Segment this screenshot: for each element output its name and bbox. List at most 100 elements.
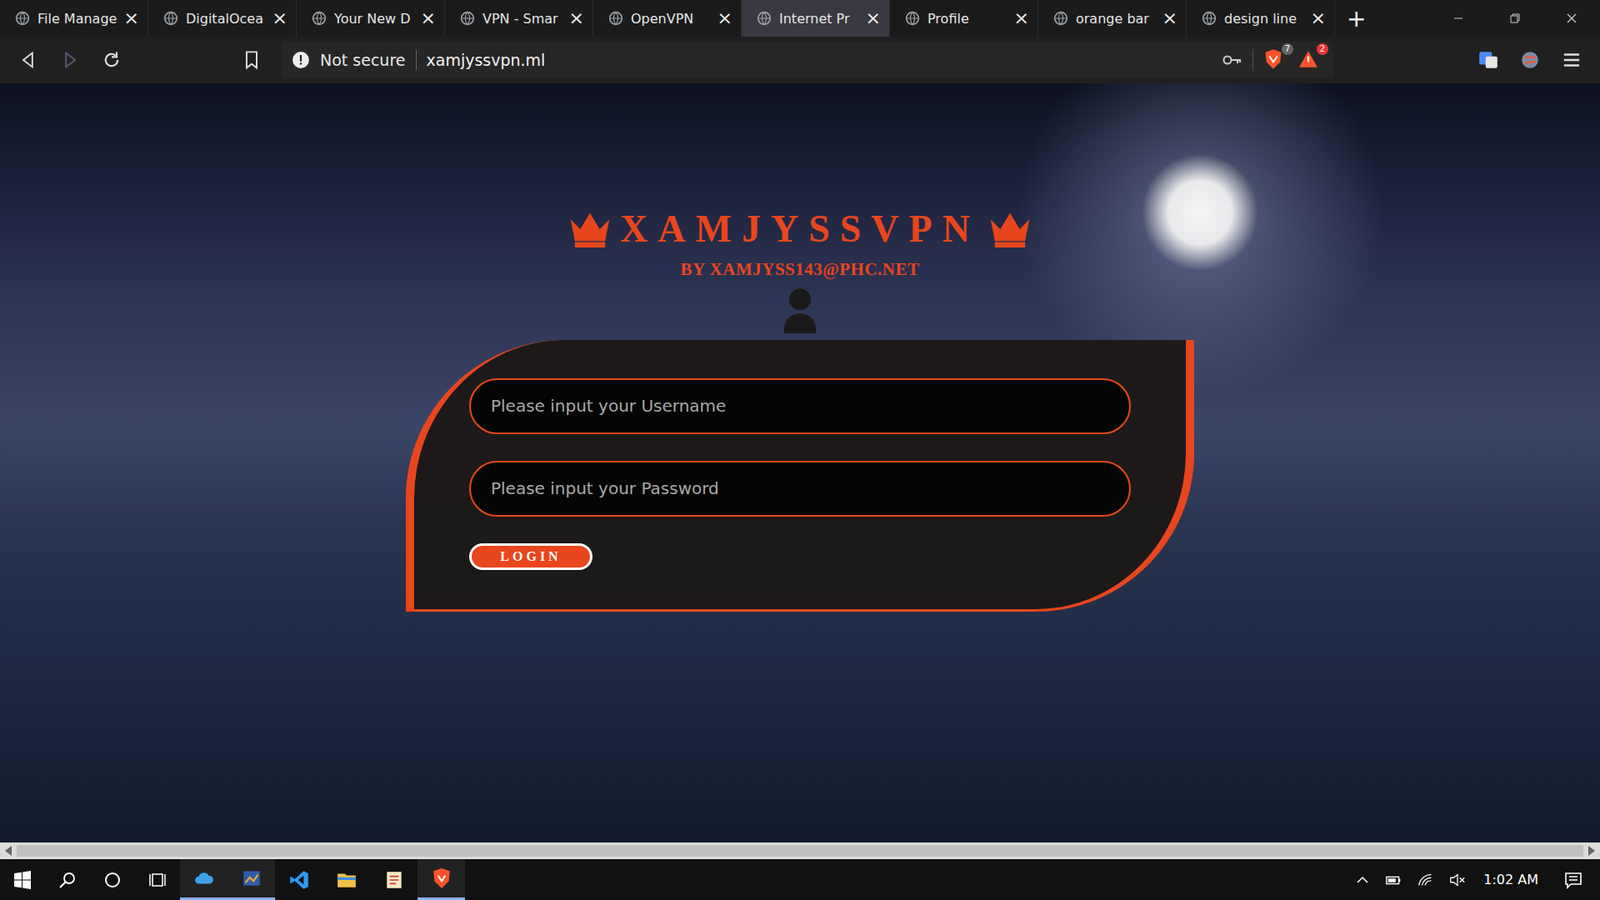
media-app-icon xyxy=(240,867,263,890)
favicon-icon xyxy=(905,10,920,26)
favicon-icon xyxy=(756,10,772,26)
tab-bar: File Manage×DigitalOcea×Your New D×VPN -… xyxy=(0,0,1600,37)
vpn-extension-icon[interactable] xyxy=(1511,49,1549,71)
wifi-icon[interactable] xyxy=(1410,871,1442,889)
login-button[interactable]: LOGIN xyxy=(469,543,593,570)
tab-label: DigitalOcea xyxy=(185,10,265,27)
taskbar-app[interactable] xyxy=(180,859,228,900)
close-window-icon[interactable] xyxy=(1543,0,1600,37)
brave-app-icon xyxy=(430,867,453,890)
login-page: XAMJYSSVPN BY XAMJYSS143@PHC.NET LOGIN xyxy=(0,83,1600,612)
taskbar-app[interactable] xyxy=(417,859,465,900)
tab-label: Profile xyxy=(927,10,1007,27)
tab-close-button[interactable]: × xyxy=(1310,9,1326,28)
scroll-right-icon[interactable] xyxy=(1583,842,1600,860)
tab-close-button[interactable]: × xyxy=(124,9,140,28)
browser-tab[interactable]: Your New D × xyxy=(296,0,445,37)
brave-shield-icon xyxy=(1263,48,1284,70)
forward-icon[interactable] xyxy=(51,50,89,70)
shields-button[interactable]: 7 xyxy=(1263,48,1289,72)
tab-label: File Manage xyxy=(37,10,117,27)
taskbar-app[interactable] xyxy=(275,859,323,900)
notepad-app-icon xyxy=(383,869,405,891)
alerts-badge: 2 xyxy=(1316,43,1329,55)
taskbar-app[interactable] xyxy=(370,859,418,900)
favicon-icon xyxy=(1201,10,1217,26)
browser-tab[interactable]: Internet Pr × xyxy=(741,0,890,37)
browser-tab[interactable]: design line × xyxy=(1186,0,1335,37)
battery-icon[interactable] xyxy=(1378,871,1410,889)
brand-title: XAMJYSSVPN xyxy=(568,208,1032,251)
reload-icon[interactable] xyxy=(93,50,130,70)
tab-close-button[interactable]: × xyxy=(569,9,585,28)
new-tab-button[interactable]: + xyxy=(1335,0,1378,37)
browser-tab[interactable]: OpenVPN × xyxy=(593,0,742,37)
tab-close-button[interactable]: × xyxy=(272,9,288,28)
tab-close-button[interactable]: × xyxy=(865,9,881,28)
scroll-left-icon[interactable] xyxy=(0,842,17,860)
tab-close-button[interactable]: × xyxy=(420,9,436,28)
window-controls xyxy=(1430,0,1600,37)
login-card: LOGIN xyxy=(405,340,1195,612)
warning-icon xyxy=(291,50,310,70)
folder-app-icon xyxy=(335,869,358,891)
alerts-button[interactable]: 2 xyxy=(1298,48,1324,72)
security-label: Not secure xyxy=(320,50,406,70)
tab-close-button[interactable]: × xyxy=(717,9,733,28)
web-page: XAMJYSSVPN BY XAMJYSS143@PHC.NET LOGIN xyxy=(0,83,1600,843)
browser-tab[interactable]: VPN - Smar × xyxy=(445,0,594,37)
back-icon[interactable] xyxy=(10,50,47,70)
alert-triangle-icon xyxy=(1298,48,1319,70)
browser-tab[interactable]: DigitalOcea × xyxy=(148,0,297,37)
taskbar-app[interactable] xyxy=(322,859,370,900)
cortana-icon[interactable] xyxy=(90,870,135,890)
tab-label: Internet Pr xyxy=(779,10,859,27)
translate-extension-icon[interactable] xyxy=(1470,49,1507,71)
tab-label: orange bar xyxy=(1075,10,1155,27)
favicon-icon xyxy=(163,10,179,26)
crown-icon xyxy=(988,210,1032,248)
user-icon xyxy=(781,286,819,334)
minimize-icon[interactable] xyxy=(1430,0,1487,37)
tray-overflow-icon[interactable] xyxy=(1346,871,1379,889)
tab-label: VPN - Smar xyxy=(482,10,562,27)
search-icon[interactable] xyxy=(45,870,90,890)
tab-label: Your New D xyxy=(334,10,414,27)
crown-icon xyxy=(568,210,612,248)
browser-tab[interactable]: orange bar × xyxy=(1038,0,1187,37)
taskbar-app[interactable] xyxy=(227,859,275,900)
restore-icon[interactable] xyxy=(1486,0,1544,37)
tab-close-button[interactable]: × xyxy=(1014,9,1030,28)
cloud-app-icon xyxy=(193,867,215,890)
address-bar[interactable]: Not securexamjyssvpn.ml72 xyxy=(281,41,1334,79)
favicon-icon xyxy=(608,10,624,26)
favicon-icon xyxy=(15,10,30,26)
url-text: xamjyssvpn.ml xyxy=(426,50,546,70)
navigation-bar: Not securexamjyssvpn.ml72 xyxy=(0,36,1600,84)
taskbar-clock[interactable]: 1:02 AM xyxy=(1473,871,1552,888)
favicon-icon xyxy=(460,10,475,26)
shields-badge: 7 xyxy=(1281,43,1294,55)
taskbar: 1:02 AM xyxy=(0,859,1600,900)
browser-tab[interactable]: Profile × xyxy=(890,0,1039,37)
username-input[interactable] xyxy=(469,378,1131,435)
volume-muted-icon[interactable] xyxy=(1441,871,1474,889)
site-title: XAMJYSSVPN xyxy=(620,208,980,251)
browser-tab[interactable]: File Manage × xyxy=(0,0,149,37)
favicon-icon xyxy=(1053,10,1069,26)
key-icon[interactable] xyxy=(1222,53,1243,67)
bookmark-icon[interactable] xyxy=(233,50,270,70)
tab-close-button[interactable]: × xyxy=(1162,9,1178,28)
site-subtitle: BY XAMJYSS143@PHC.NET xyxy=(680,259,920,280)
password-input[interactable] xyxy=(469,460,1131,517)
task-view-icon[interactable] xyxy=(135,870,180,890)
favicon-icon xyxy=(311,10,327,26)
tab-label: OpenVPN xyxy=(630,10,710,27)
tab-label: design line xyxy=(1224,10,1304,27)
windows-start-icon[interactable] xyxy=(0,870,45,890)
horizontal-scrollbar[interactable] xyxy=(0,842,1600,860)
menu-icon[interactable] xyxy=(1553,49,1590,71)
scroll-thumb[interactable] xyxy=(16,845,1584,857)
vscode-app-icon xyxy=(288,869,310,891)
notifications-icon[interactable] xyxy=(1551,870,1595,890)
